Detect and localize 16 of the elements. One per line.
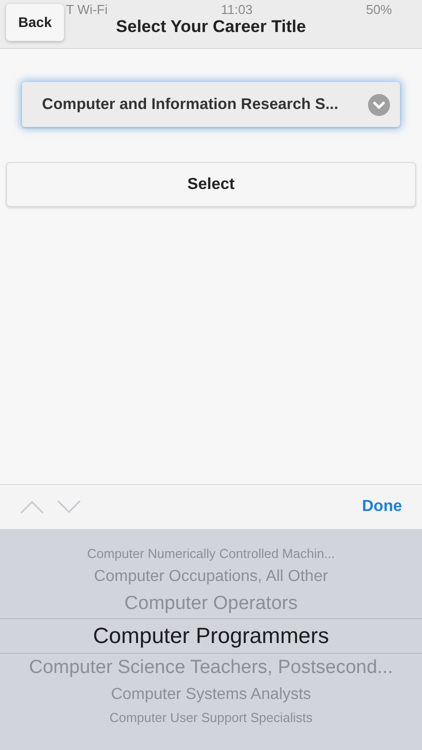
- done-button[interactable]: Done: [362, 498, 402, 516]
- career-dropdown[interactable]: Computer and Information Research S...: [22, 82, 400, 127]
- picker-option[interactable]: Computer Operators: [124, 590, 298, 618]
- time-text: 11:03: [221, 2, 253, 17]
- battery-text: 50%: [366, 2, 392, 17]
- picker-option[interactable]: Computer Science Teachers, Postsecond...: [28, 654, 393, 682]
- page-title: Select Your Career Title: [116, 17, 306, 37]
- picker-option[interactable]: Computer Programmers: [93, 618, 329, 652]
- picker-option[interactable]: Computer Occupations, All Other: [94, 564, 328, 590]
- back-button[interactable]: Back: [6, 4, 64, 40]
- carrier-text: T Wi-Fi: [66, 2, 108, 17]
- picker-option[interactable]: Computer Systems Analysts: [110, 682, 312, 708]
- picker-option[interactable]: Computer User Support Specialists: [109, 708, 313, 728]
- dropdown-chevron-icon: [368, 94, 390, 116]
- select-button[interactable]: Select: [6, 162, 416, 207]
- picker-option[interactable]: Computer Numerically Controlled Machin...: [87, 544, 335, 564]
